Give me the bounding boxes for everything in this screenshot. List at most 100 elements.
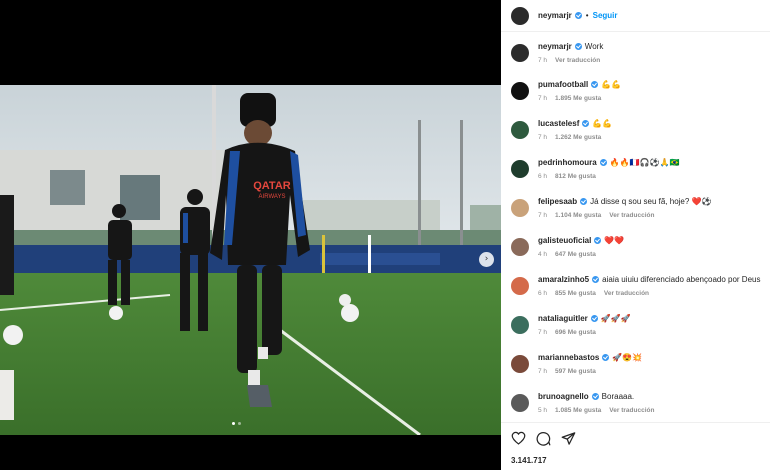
comment-text: 💪💪 [592, 119, 613, 128]
comment-line: nataliaguitler 🚀🚀🚀 [538, 313, 763, 325]
comment-meta: 6 h 812 Me gusta [538, 173, 763, 180]
commenter-username[interactable]: amaralzinho5 [538, 275, 589, 284]
comment-body: galisteuoficial ❤️❤️ 4 h 647 Me gusta [538, 235, 763, 258]
comment-time: 7 h [538, 57, 548, 64]
action-icons [501, 430, 770, 446]
comment-item: neymarjr Work 7 h Ver traducción [511, 41, 766, 64]
comment-time: 6 h [538, 290, 548, 297]
comment-item: pumafootball 💪💪 7 h 1.895 Me gusta [511, 79, 766, 102]
shirt-text-airways: AIRWAYS [259, 194, 286, 200]
post-side-panel: neymarjr • Seguir neymarjr Work 7 h Ver tra… [501, 0, 770, 470]
comment-meta: 6 h 855 Me gusta Ver traducción [538, 290, 763, 297]
verified-badge-icon [574, 43, 582, 50]
commenter-avatar[interactable] [511, 160, 529, 178]
comment-likes[interactable]: 647 Me gusta [555, 251, 596, 258]
verified-badge-icon [582, 120, 590, 127]
comment-time: 7 h [538, 368, 548, 375]
comment-meta: 7 h 597 Me gusta [538, 368, 763, 375]
verified-badge-icon [602, 354, 610, 361]
comment-meta: 7 h 1.895 Me gusta [538, 95, 763, 102]
comment-body: pumafootball 💪💪 7 h 1.895 Me gusta [538, 79, 763, 102]
comment-text: Boraaaa. [601, 392, 635, 401]
commenter-avatar[interactable] [511, 82, 529, 100]
comment-item: nataliaguitler 🚀🚀🚀 7 h 696 Me gusta [511, 313, 766, 336]
commenter-username[interactable]: brunoagnello [538, 392, 589, 401]
commenter-username[interactable]: pedrinhomoura [538, 158, 597, 167]
comment-line: mariannebastos 🚀😍💥 [538, 352, 763, 364]
author-avatar[interactable] [511, 6, 529, 25]
comment-likes[interactable]: 1.262 Me gusta [555, 134, 601, 141]
comment-body: pedrinhomoura 🔥🔥🇫🇷🎧⚽🙏🇧🇷 6 h 812 Me gusta [538, 157, 763, 180]
comment-text: Work [584, 42, 604, 51]
comment-line: galisteuoficial ❤️❤️ [538, 235, 763, 247]
comment-text: 💪💪 [601, 80, 622, 89]
heart-icon[interactable] [511, 431, 526, 445]
comment-body: brunoagnello Boraaaa. 5 h 1.085 Me gusta Ver… [538, 391, 763, 414]
translate-link[interactable]: Ver traducción [555, 57, 600, 64]
translate-link[interactable]: Ver traducción [604, 290, 649, 297]
comment-meta: 4 h 647 Me gusta [538, 251, 763, 258]
comment-meta: 7 h 1.104 Me gusta Ver traducción [538, 212, 763, 219]
verified-badge-icon [590, 315, 598, 322]
translate-link[interactable]: Ver traducción [609, 407, 654, 414]
commenter-avatar[interactable] [511, 121, 529, 139]
commenter-username[interactable]: pumafootball [538, 80, 588, 89]
carousel-dot-2 [238, 422, 241, 425]
commenter-username[interactable]: felipesaab [538, 197, 577, 206]
follow-button[interactable]: Seguir [593, 11, 618, 20]
comment-body: mariannebastos 🚀😍💥 7 h 597 Me gusta [538, 352, 763, 375]
comment-line: lucastelesf 💪💪 [538, 118, 763, 130]
commenter-username[interactable]: neymarjr [538, 42, 572, 51]
comment-time: 7 h [538, 329, 548, 336]
comment-meta: 7 h 1.262 Me gusta [538, 134, 763, 141]
commenter-username[interactable]: nataliaguitler [538, 314, 588, 323]
comment-body: lucastelesf 💪💪 7 h 1.262 Me gusta [538, 118, 763, 141]
comment-likes[interactable]: 855 Me gusta [555, 290, 596, 297]
post-header: neymarjr • Seguir [501, 0, 770, 32]
commenter-avatar[interactable] [511, 277, 529, 295]
comment-item: brunoagnello Boraaaa. 5 h 1.085 Me gusta Ver… [511, 391, 766, 414]
comment-text: 🚀🚀🚀 [600, 314, 631, 323]
commenter-username[interactable]: mariannebastos [538, 353, 599, 362]
comment-likes[interactable]: 1.085 Me gusta [555, 407, 601, 414]
comment-text: aiaia uiuiu diferenciado abençoado por D… [602, 275, 761, 284]
comment-likes[interactable]: 597 Me gusta [555, 368, 596, 375]
comment-likes[interactable]: 696 Me gusta [555, 329, 596, 336]
comment-icon[interactable] [536, 431, 551, 446]
commenter-username[interactable]: galisteuoficial [538, 236, 591, 245]
comment-meta: 7 h Ver traducción [538, 57, 763, 64]
comment-item: felipesaab Já disse q sou seu fã, hoje? ❤… [511, 196, 766, 219]
comment-likes[interactable]: 812 Me gusta [555, 173, 596, 180]
comment-body: neymarjr Work 7 h Ver traducción [538, 41, 763, 64]
comment-text: 🔥🔥🇫🇷🎧⚽🙏🇧🇷 [609, 158, 680, 167]
comment-time: 4 h [538, 251, 548, 258]
author-username[interactable]: neymarjr [538, 11, 572, 20]
comment-line: amaralzinho5 aiaia uiuiu diferenciado abe… [538, 274, 763, 286]
translate-link[interactable]: Ver traducción [609, 212, 654, 219]
comment-item: pedrinhomoura 🔥🔥🇫🇷🎧⚽🙏🇧🇷 6 h 812 Me gusta [511, 157, 766, 180]
comment-likes[interactable]: 1.104 Me gusta [555, 212, 601, 219]
comment-body: nataliaguitler 🚀🚀🚀 7 h 696 Me gusta [538, 313, 763, 336]
carousel-next-button[interactable]: › [479, 252, 494, 267]
verified-badge-icon [594, 237, 602, 244]
comment-line: brunoagnello Boraaaa. [538, 391, 763, 403]
commenter-avatar[interactable] [511, 394, 529, 412]
commenter-avatar[interactable] [511, 238, 529, 256]
commenter-avatar[interactable] [511, 355, 529, 373]
commenter-avatar[interactable] [511, 199, 529, 217]
comment-item: mariannebastos 🚀😍💥 7 h 597 Me gusta [511, 352, 766, 375]
comment-time: 7 h [538, 212, 548, 219]
like-count[interactable]: 3.141.717 [501, 456, 770, 465]
commenter-avatar[interactable] [511, 44, 529, 62]
share-icon[interactable] [561, 431, 576, 446]
post-actions: 3.141.717 [501, 422, 770, 465]
commenter-avatar[interactable] [511, 316, 529, 334]
comment-meta: 7 h 696 Me gusta [538, 329, 763, 336]
carousel-dot-1 [232, 422, 235, 425]
post-photo[interactable]: QATAR AIRWAYS [0, 85, 501, 435]
comment-body: amaralzinho5 aiaia uiuiu diferenciado abe… [538, 274, 763, 297]
comment-meta: 5 h 1.085 Me gusta Ver traducción [538, 407, 763, 414]
commenter-username[interactable]: lucastelesf [538, 119, 579, 128]
comment-likes[interactable]: 1.895 Me gusta [555, 95, 601, 102]
shirt-text-qatar: QATAR [253, 180, 291, 192]
